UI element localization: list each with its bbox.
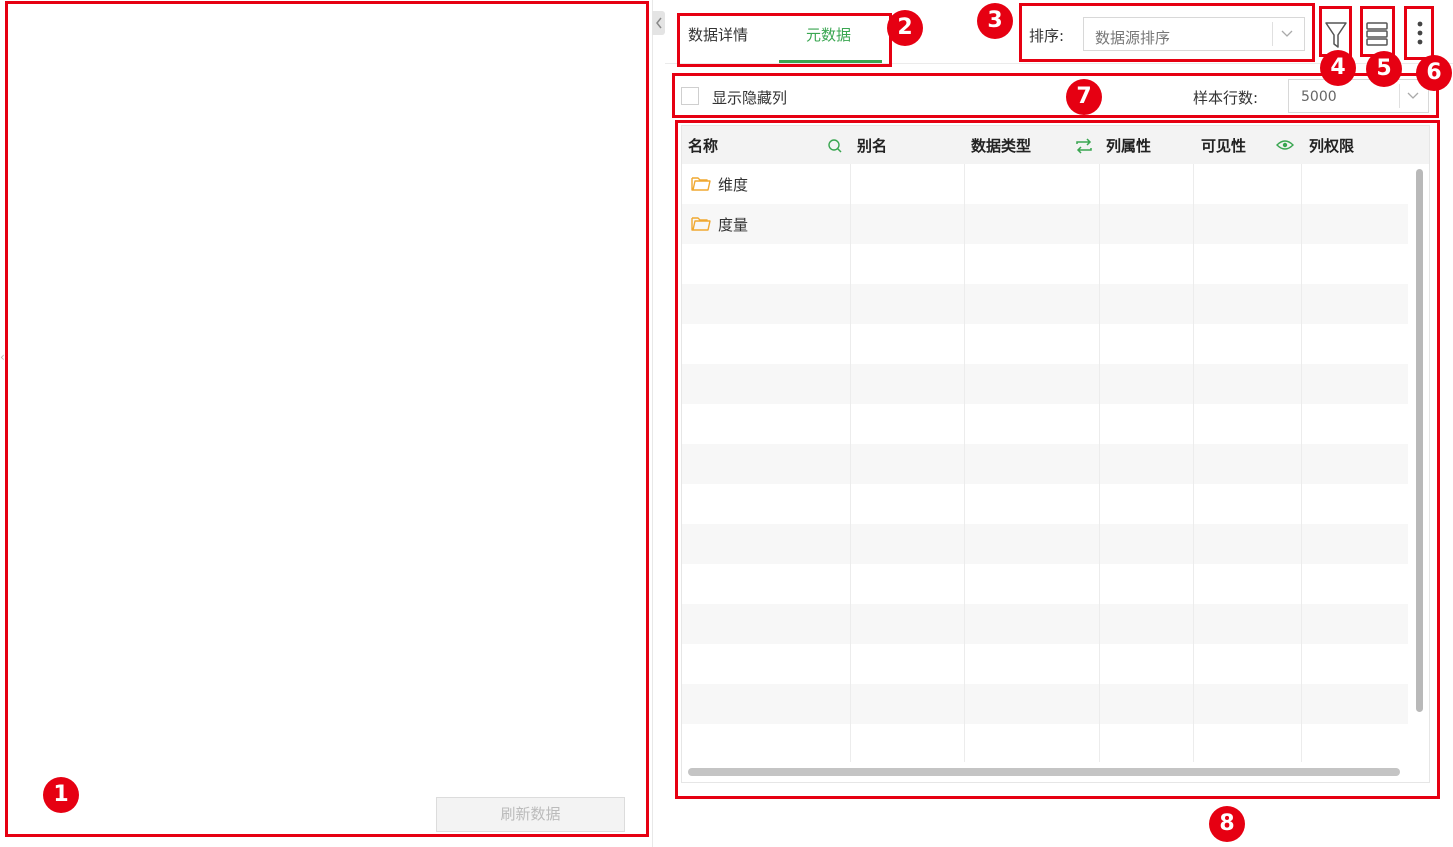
annotation-box-2 bbox=[677, 13, 892, 67]
annotation-box-3 bbox=[1019, 3, 1315, 62]
annotation-marker-8: 8 bbox=[1209, 806, 1245, 842]
annotation-box-1 bbox=[5, 1, 649, 837]
annotation-marker-5: 5 bbox=[1366, 51, 1402, 87]
annotation-marker-4: 4 bbox=[1320, 50, 1356, 86]
annotation-marker-3: 3 bbox=[977, 3, 1013, 39]
annotation-marker-7: 7 bbox=[1066, 79, 1102, 115]
panel-divider bbox=[652, 0, 653, 847]
annotation-box-5 bbox=[1360, 6, 1395, 57]
collapse-panel-button[interactable] bbox=[652, 11, 665, 35]
annotation-marker-6: 6 bbox=[1416, 55, 1452, 91]
annotation-marker-2: 2 bbox=[887, 10, 923, 46]
annotation-box-6 bbox=[1404, 6, 1434, 60]
chevron-left-icon bbox=[655, 17, 662, 29]
annotation-marker-1: 1 bbox=[43, 777, 79, 813]
annotation-box-8 bbox=[675, 120, 1440, 799]
